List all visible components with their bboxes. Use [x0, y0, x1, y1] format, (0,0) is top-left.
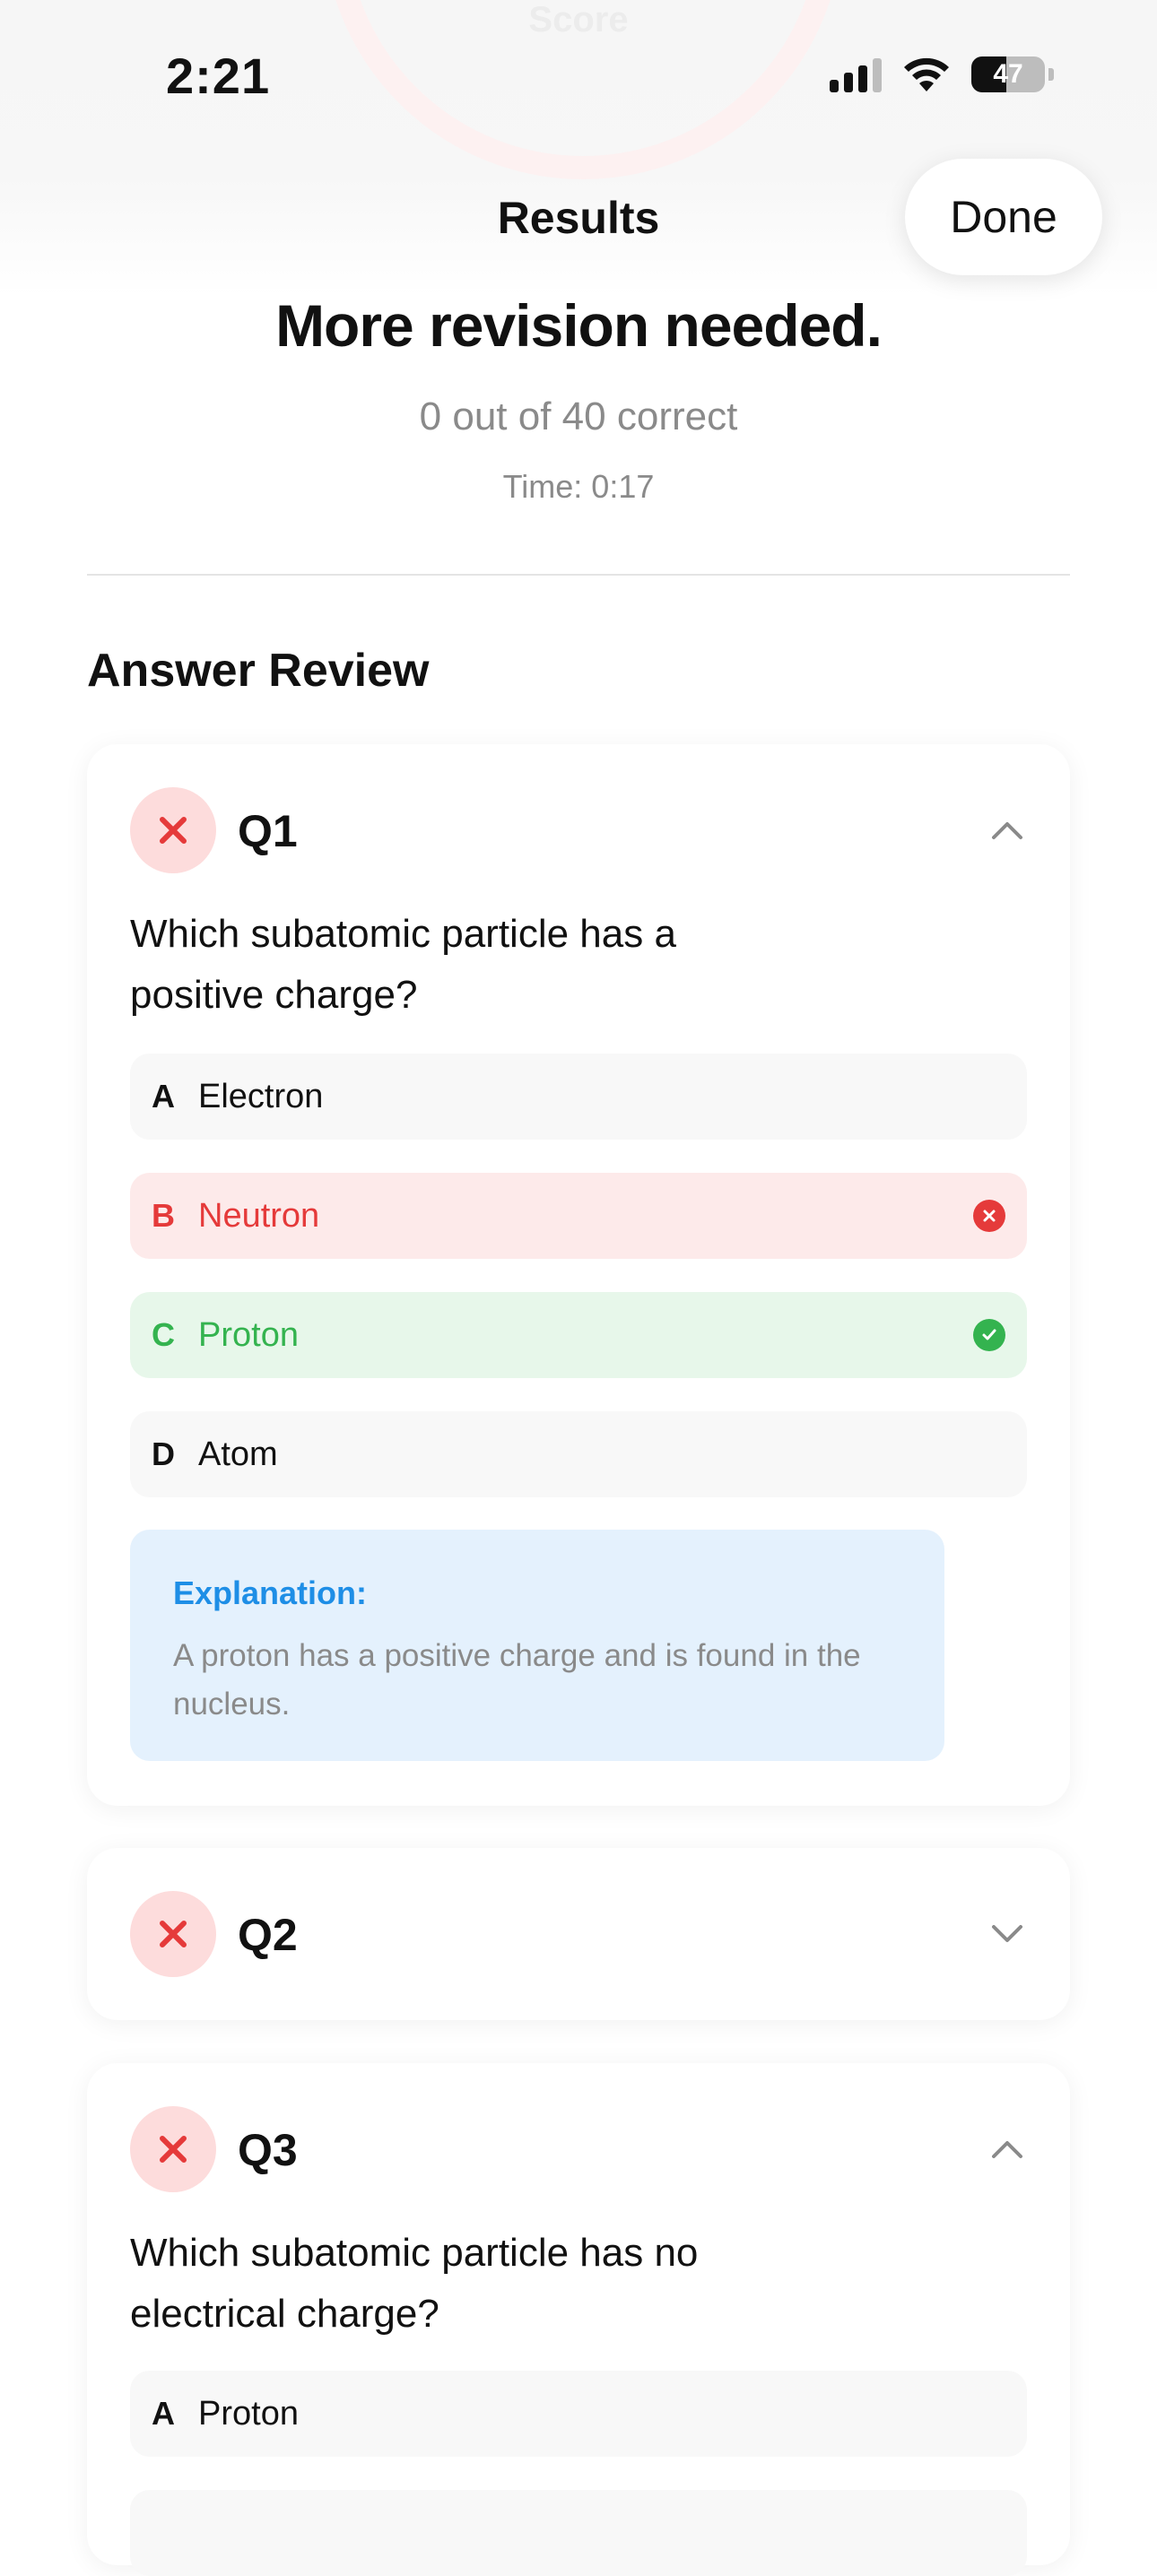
chevron-up-icon[interactable]	[987, 2129, 1027, 2169]
answer-option-c: C Proton	[130, 1292, 1027, 1378]
incorrect-status-icon	[130, 1891, 216, 1977]
answer-option-a: A Proton	[130, 2371, 1027, 2457]
question-number: Q2	[238, 1910, 298, 1960]
battery-nub	[1048, 68, 1054, 81]
divider	[87, 574, 1070, 576]
question-header-q1[interactable]: Q1	[130, 787, 1027, 873]
done-button[interactable]: Done	[905, 159, 1102, 275]
question-text: Which subatomic particle has no electric…	[130, 2231, 699, 2336]
score-ring-label: Score	[528, 0, 629, 39]
battery-level: 47	[993, 59, 1023, 89]
status-time: 2:21	[166, 48, 271, 104]
answer-option-a: A Electron	[130, 1054, 1027, 1140]
question-header-q3[interactable]: Q3	[130, 2106, 1027, 2192]
wrong-answer-icon	[973, 1200, 1005, 1232]
explanation-title: Explanation:	[173, 1574, 368, 1611]
question-card-q1: Q1 Which subatomic particle has a positi…	[87, 744, 1070, 1806]
cellular-signal-icon	[830, 56, 882, 92]
option-letter: B	[152, 1197, 175, 1234]
chevron-up-icon[interactable]	[987, 811, 1027, 850]
question-text: Which subatomic particle has a positive …	[130, 912, 676, 1017]
option-letter: C	[152, 1316, 175, 1353]
explanation-box: Explanation: A proton has a positive cha…	[130, 1530, 944, 1761]
option-letter: A	[152, 1078, 175, 1115]
option-text: Proton	[198, 1315, 299, 1354]
battery-icon: 47	[971, 56, 1045, 92]
option-text: Proton	[198, 2394, 299, 2433]
explanation-text: A proton has a positive charge and is fo…	[173, 1638, 861, 1722]
option-text: Neutron	[198, 1196, 320, 1235]
score-summary: 0 out of 40 correct	[419, 395, 738, 438]
question-number: Q1	[238, 806, 298, 856]
option-text: Electron	[198, 1077, 324, 1115]
question-header-q2[interactable]: Q2	[130, 1891, 1027, 1977]
answer-review-title: Answer Review	[87, 645, 430, 697]
option-text: Atom	[198, 1435, 278, 1473]
correct-answer-icon	[973, 1319, 1005, 1351]
question-card-q3: Q3 Which subatomic particle has no elect…	[87, 2063, 1070, 2576]
question-number: Q3	[238, 2125, 298, 2175]
question-card-q2: Q2	[87, 1848, 1070, 2020]
answer-option-d: D Atom	[130, 1411, 1027, 1497]
chevron-down-icon[interactable]	[987, 1914, 1027, 1954]
answer-option-b-partial	[130, 2490, 1027, 2576]
answer-option-b: B Neutron	[130, 1173, 1027, 1259]
option-letter: A	[152, 2395, 175, 2432]
incorrect-status-icon	[130, 787, 216, 873]
incorrect-status-icon	[130, 2106, 216, 2192]
option-letter: D	[152, 1435, 175, 1472]
time-taken: Time: 0:17	[502, 468, 655, 505]
result-headline: More revision needed.	[275, 292, 883, 359]
wifi-icon	[904, 57, 949, 91]
status-icons: 47	[830, 56, 1054, 93]
